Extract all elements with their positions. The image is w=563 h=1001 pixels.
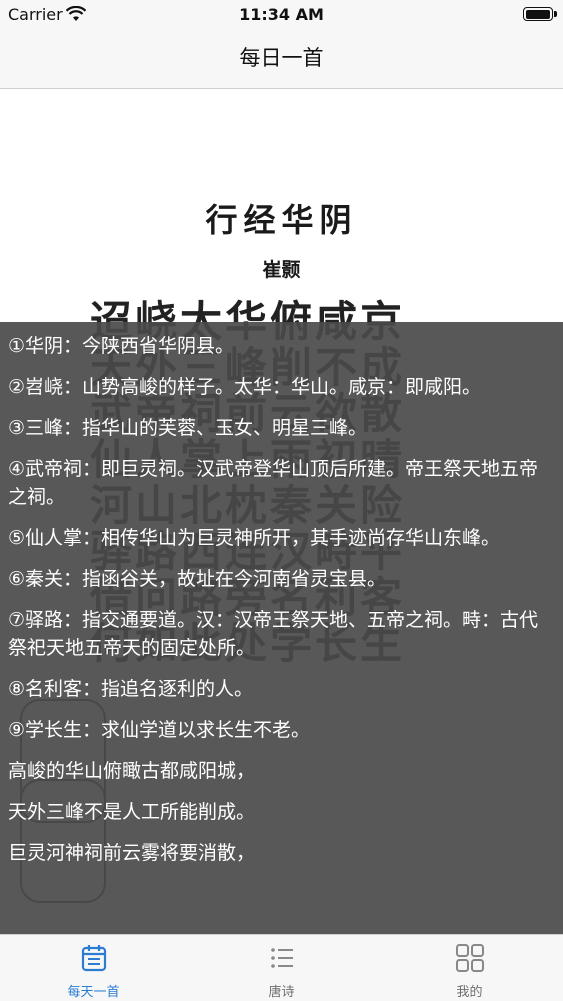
nav-bar: 每日一首 <box>0 30 563 89</box>
tab-tang-poems[interactable]: 唐诗 <box>188 935 375 1001</box>
note-line: ⑧名利客：指追名逐利的人。 <box>8 678 254 700</box>
grid-icon <box>455 944 484 972</box>
page-title: 每日一首 <box>239 46 324 70</box>
tab-daily-poem[interactable]: 每天一首 <box>0 935 187 1001</box>
tab-mine[interactable]: 我的 <box>376 935 563 1001</box>
note-line: ⑤仙人掌：相传华山为巨灵神所开，其手迹尚存华山东峰。 <box>8 527 501 549</box>
status-time: 11:34 AM <box>239 5 324 24</box>
tab-bar: 每天一首 唐诗 我的 <box>0 934 563 1001</box>
note-line: ③三峰：指华山的芙蓉、玉女、明星三峰。 <box>8 417 368 439</box>
tab-label: 我的 <box>456 985 483 1000</box>
note-line: ①华阴：今陕西省华阴县。 <box>8 335 235 357</box>
note-line: 天外三峰不是人工所能削成。 <box>8 801 256 823</box>
status-bar: Carrier 11:34 AM <box>0 0 563 30</box>
note-line: ⑨学长生：求仙学道以求长生不老。 <box>8 719 311 741</box>
note-line: ④武帝祠：即巨灵祠。汉武帝登华山顶后所建。帝王祭天地五帝之祠。 <box>8 458 539 508</box>
notes-list: ①华阴：今陕西省华阴县。 ②岧峣：山势高峻的样子。太华：华山。咸京：即咸阳。 ③三峰… <box>0 322 563 867</box>
poem-title: 行经华阴 <box>205 201 358 239</box>
notes-overlay[interactable]: ①华阴：今陕西省华阴县。 ②岧峣：山势高峻的样子。太华：华山。咸京：即咸阳。 ③三峰… <box>0 322 563 934</box>
tab-label: 唐诗 <box>268 985 295 1000</box>
poem-author: 崔颢 <box>262 259 301 281</box>
list-icon <box>270 948 293 968</box>
note-line: 巨灵河神祠前云雾将要消散， <box>8 842 256 864</box>
note-line: 高峻的华山俯瞰古都咸阳城， <box>8 760 256 782</box>
note-line: ②岧峣：山势高峻的样子。太华：华山。咸京：即咸阳。 <box>8 376 482 398</box>
tab-label: 每天一首 <box>67 985 120 1000</box>
battery-icon <box>523 7 557 21</box>
note-line: ⑥秦关：指函谷关，故址在今河南省灵宝县。 <box>8 568 387 590</box>
calendar-icon <box>81 945 106 972</box>
note-line: ⑦驿路：指交通要道。汉：汉帝王祭天地、五帝之祠。畤：古代祭祀天地五帝天的固定处所… <box>8 609 539 659</box>
